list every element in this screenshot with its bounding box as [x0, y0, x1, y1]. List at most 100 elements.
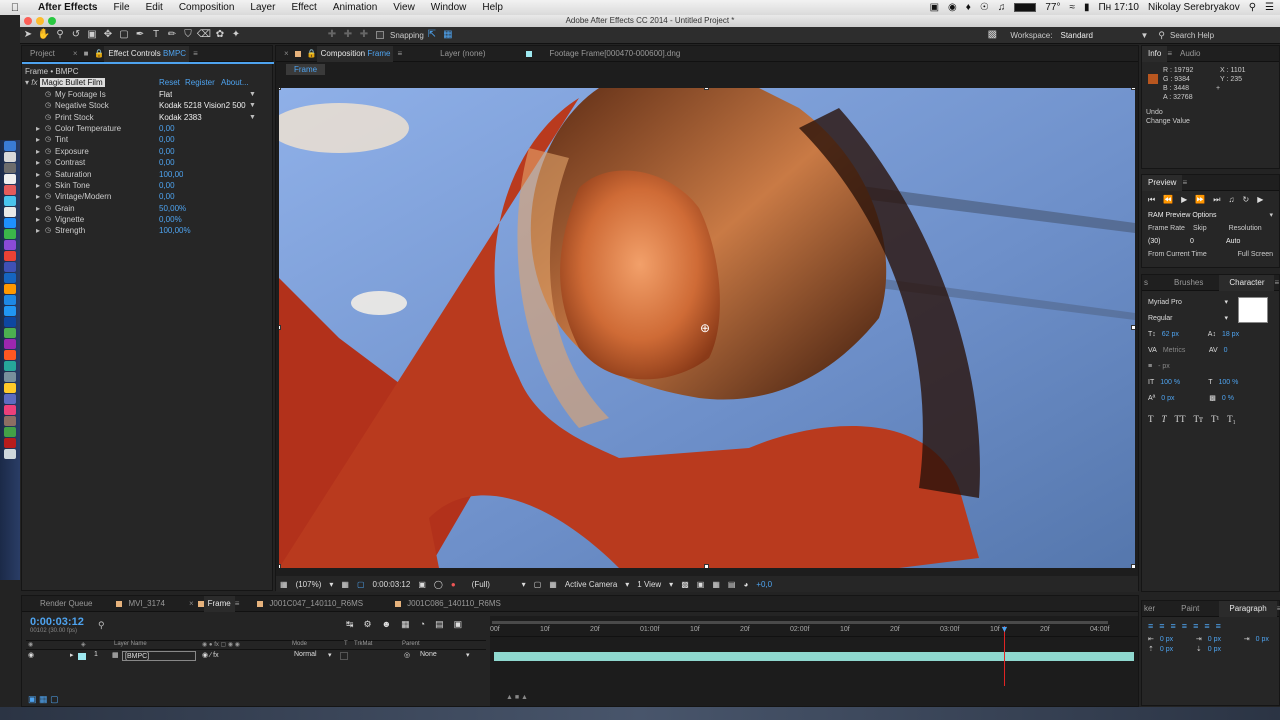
expand-param-icon[interactable]: ▸ [36, 146, 40, 157]
about-link[interactable]: About... [221, 77, 249, 88]
horizontal-scale-value[interactable]: 100 % [1219, 375, 1239, 391]
color-channel-icon[interactable]: ● [451, 580, 456, 589]
chevron-down-icon[interactable]: ▾ [1224, 295, 1228, 311]
tab-ker[interactable]: ker [1142, 601, 1157, 617]
visibility-eye-icon[interactable]: ◉ [28, 651, 34, 659]
effect-param-row[interactable]: ▸ ◷ Grain 50,00% [25, 203, 269, 214]
chevron-down-icon[interactable]: ▾ [1224, 311, 1228, 327]
current-time[interactable]: 0:00:03:12 [373, 580, 411, 589]
effect-param-value[interactable]: 0,00 [159, 146, 175, 157]
snapshot-icon[interactable]: ▣ [418, 580, 426, 589]
effect-param-dropdown[interactable]: Flat [159, 89, 172, 100]
effect-param-row[interactable]: ◷ Negative Stock Kodak 5218 Vision2 500 ▼ [25, 100, 269, 111]
expand-param-icon[interactable]: ▸ [36, 123, 40, 134]
comp-breadcrumb[interactable]: Frame [286, 64, 326, 75]
full-screen-checkbox[interactable]: Full Screen [1238, 248, 1273, 261]
dock-app-icon[interactable] [4, 361, 16, 371]
zoom-tool-icon[interactable]: ⚲ [52, 28, 68, 42]
apple-icon[interactable]:  [0, 2, 30, 14]
stopwatch-icon[interactable]: ◷ [45, 180, 51, 191]
stopwatch-icon[interactable]: ◷ [45, 100, 51, 111]
layer-switches-icon[interactable]: ◉ ∕ fx [202, 651, 219, 659]
layer-duration-bar[interactable] [494, 652, 1134, 661]
toggle-in-out-icon[interactable]: ▢ [50, 694, 59, 704]
align-left-icon[interactable]: ≡ [1148, 621, 1153, 631]
faux-italic-button[interactable]: T [1162, 411, 1167, 427]
layer-row[interactable]: ◉ ▸ 1 ▦ [BMPC] ◉ ∕ fx Normal ▾ ◎ None ▾ [26, 651, 486, 662]
expand-param-icon[interactable]: ▸ [36, 191, 40, 202]
chevron-down-icon[interactable]: ▾ [669, 580, 673, 589]
fast-previews-icon[interactable]: ▣ [697, 580, 705, 589]
panel-menu-icon[interactable]: ≡ [235, 599, 240, 608]
close-tab-icon[interactable]: × [189, 599, 194, 608]
effect-param-row[interactable]: ▸ ◷ Contrast 0,00 [25, 157, 269, 168]
camera-dropdown[interactable]: Active Camera [565, 580, 617, 589]
layer-handle[interactable] [1131, 325, 1135, 330]
tab-footage[interactable]: Footage Frame[000470-000600].dng [540, 46, 691, 62]
stopwatch-icon[interactable]: ◷ [45, 214, 51, 225]
expand-param-icon[interactable]: ▸ [36, 157, 40, 168]
font-family-dropdown[interactable]: Myriad Pro [1148, 295, 1182, 311]
fill-color-swatch[interactable] [1238, 297, 1268, 323]
brainstorm-icon[interactable]: ▣ [454, 619, 463, 630]
stopwatch-icon[interactable]: ◷ [45, 146, 51, 157]
small-caps-button[interactable]: Tт [1194, 411, 1203, 427]
battery-icon[interactable]: ▮ [1084, 2, 1090, 13]
tab-character[interactable]: Character [1219, 274, 1275, 291]
dock-app-icon[interactable] [4, 438, 16, 448]
expand-param-icon[interactable]: ▸ [36, 203, 40, 214]
dock-app-icon[interactable] [4, 295, 16, 305]
rectangle-tool-icon[interactable]: ▢ [116, 28, 132, 42]
hand-tool-icon[interactable]: ✋ [36, 28, 52, 42]
dock-app-icon[interactable] [4, 405, 16, 415]
shy-icon[interactable]: ☻ [382, 619, 391, 630]
next-frame-icon[interactable]: ⏩ [1195, 195, 1205, 205]
display-icon[interactable] [1014, 3, 1037, 12]
indent-left-value[interactable]: 0 px [1160, 635, 1190, 645]
exposure-reset-icon[interactable]: ◕ [743, 580, 748, 589]
stopwatch-icon[interactable]: ◷ [45, 157, 51, 168]
effect-param-row[interactable]: ▸ ◷ Vignette 0,00% [25, 214, 269, 225]
effect-name[interactable]: Magic Bullet Film [39, 78, 105, 88]
effect-param-row[interactable]: ▸ ◷ Exposure 0,00 [25, 146, 269, 157]
ram-preview-dropdown[interactable]: RAM Preview Options [1148, 209, 1216, 222]
close-tab-icon[interactable]: × [284, 49, 289, 58]
work-area-range[interactable] [492, 621, 1108, 624]
effect-param-row[interactable]: ▸ ◷ Color Temperature 0,00 [25, 123, 269, 134]
dock-app-icon[interactable] [4, 152, 16, 162]
layer-handle[interactable] [279, 564, 281, 568]
dock-app-icon[interactable] [4, 383, 16, 393]
selection-tool-icon[interactable]: ➤ [20, 28, 36, 42]
fx-icon[interactable]: fx [31, 78, 37, 87]
dock-app-icon[interactable] [4, 372, 16, 382]
dock-app-icon[interactable] [4, 174, 16, 184]
chevron-down-icon[interactable]: ▾ [522, 580, 526, 589]
expand-param-icon[interactable]: ▸ [36, 169, 40, 180]
stopwatch-icon[interactable]: ◷ [45, 123, 51, 134]
effect-param-dropdown[interactable]: Kodak 5218 Vision2 500 [159, 100, 246, 111]
menu-effect[interactable]: Effect [283, 2, 324, 13]
chevron-down-icon[interactable]: ▼ [249, 112, 256, 123]
draft-3d-icon[interactable]: ⚙ [364, 619, 372, 630]
toggle-modes-icon[interactable]: ▦ [39, 694, 48, 704]
justify-last-left-icon[interactable]: ≡ [1182, 621, 1187, 631]
indent-right-value[interactable]: 0 px [1208, 635, 1238, 645]
dock-app-icon[interactable] [4, 350, 16, 360]
tab-paragraph[interactable]: Paragraph [1219, 600, 1277, 617]
menu-view[interactable]: View [385, 2, 423, 13]
zoom-dropdown[interactable]: (107%) [296, 580, 322, 589]
dock-app-icon[interactable] [4, 218, 16, 228]
kerning-value[interactable]: Metrics [1163, 343, 1203, 359]
dock-app-icon[interactable] [4, 339, 16, 349]
eraser-tool-icon[interactable]: ⌫ [196, 28, 212, 42]
sync-icon[interactable]: ◉ [948, 2, 957, 13]
resolution-dropdown[interactable]: (Full) [472, 580, 514, 589]
skip-dropdown[interactable]: 0 [1190, 235, 1206, 248]
effect-param-value[interactable]: 0,00 [159, 180, 175, 191]
panel-menu-icon[interactable]: ≡ [193, 49, 198, 58]
register-link[interactable]: Register [185, 77, 215, 88]
pen-tool-icon[interactable]: ✒ [132, 28, 148, 42]
layer-handle[interactable] [704, 88, 709, 90]
mask-icon[interactable]: ▢ [357, 580, 365, 589]
layer-handle[interactable] [1131, 88, 1135, 90]
